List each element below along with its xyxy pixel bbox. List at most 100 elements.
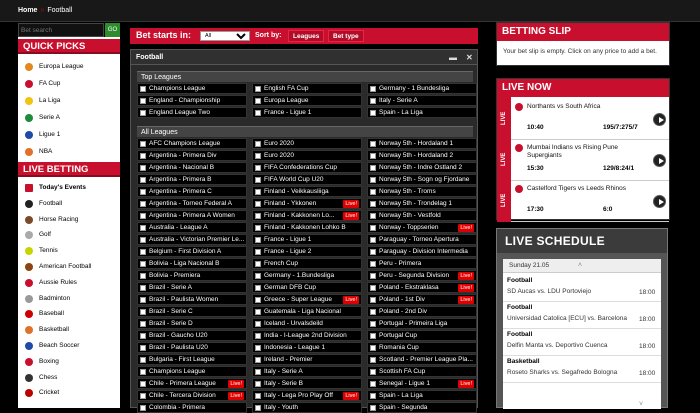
league-checkbox[interactable] [370, 225, 376, 231]
league-cell[interactable]: Senegal - Ligue 1 Live! [367, 378, 477, 389]
league-cell[interactable]: England League Two [137, 107, 247, 118]
schedule-match[interactable]: Roseto Sharks vs. Segafredo Bologna [507, 369, 627, 376]
league-checkbox[interactable] [255, 297, 261, 303]
live-sport-item[interactable]: Tennis [22, 244, 118, 258]
league-cell[interactable]: Champions League [137, 83, 247, 94]
league-cell[interactable]: Peru - Primera [367, 258, 477, 269]
league-checkbox[interactable] [255, 189, 261, 195]
live-match[interactable]: LIVE Northants vs South Africa 10:40 195/7:… [497, 97, 669, 140]
league-checkbox[interactable] [255, 369, 261, 375]
live-sport-item[interactable]: Today's Events [22, 181, 118, 195]
close-icon[interactable]: ✕ [466, 50, 473, 65]
league-cell[interactable]: Spain - La Liga [367, 107, 477, 118]
league-cell[interactable]: India - I-League 2nd Division [252, 330, 362, 341]
league-checkbox[interactable] [255, 321, 261, 327]
league-checkbox[interactable] [140, 201, 146, 207]
schedule-match[interactable]: SD Aucas vs. LDU Portoviejo [507, 288, 627, 295]
league-cell[interactable]: Portugal - Primeira Liga [367, 318, 477, 329]
league-checkbox[interactable] [370, 297, 376, 303]
live-sport-item[interactable]: Beach Soccer [22, 339, 118, 353]
league-cell[interactable]: Iceland - Urvalsdeild [252, 318, 362, 329]
league-cell[interactable]: Poland - 2nd Div [367, 306, 477, 317]
league-cell[interactable]: Bolivia - Liga Nacional B [137, 258, 247, 269]
breadcrumb-home[interactable]: Home [18, 7, 37, 14]
league-cell[interactable]: Scotland - Premier League Pla... [367, 354, 477, 365]
league-cell[interactable]: Finland - Veikkausliiga [252, 186, 362, 197]
quick-pick-item[interactable]: NBA [22, 145, 118, 159]
league-checkbox[interactable] [255, 357, 261, 363]
live-sport-item[interactable]: Boxing [22, 355, 118, 369]
live-sport-item[interactable]: Baseball [22, 307, 118, 321]
league-checkbox[interactable] [370, 165, 376, 171]
league-checkbox[interactable] [140, 357, 146, 363]
league-cell[interactable]: Italy - Serie B [252, 378, 362, 389]
league-cell[interactable]: Ireland - Premier [252, 354, 362, 365]
league-cell[interactable]: Brazil - Serie D [137, 318, 247, 329]
league-checkbox[interactable] [255, 249, 261, 255]
league-cell[interactable]: FIFA Confederations Cup [252, 162, 362, 173]
league-checkbox[interactable] [370, 110, 376, 116]
league-checkbox[interactable] [370, 405, 376, 411]
league-cell[interactable]: Argentina - Primera B [137, 174, 247, 185]
league-cell[interactable]: AFC Champions League [137, 138, 247, 149]
league-cell[interactable]: England - Championship [137, 95, 247, 106]
league-cell[interactable]: Argentina - Primera C [137, 186, 247, 197]
league-checkbox[interactable] [370, 177, 376, 183]
league-checkbox[interactable] [370, 189, 376, 195]
quick-pick-item[interactable]: Europa League [22, 60, 118, 74]
league-checkbox[interactable] [255, 285, 261, 291]
league-cell[interactable]: Australia - Victorian Premier Le... [137, 234, 247, 245]
quick-pick-item[interactable]: La Liga [22, 94, 118, 108]
league-checkbox[interactable] [140, 393, 146, 399]
play-icon[interactable] [653, 154, 666, 167]
league-cell[interactable]: Norway 5th - Vestfold [367, 210, 477, 221]
sort-bettype-button[interactable]: Bet type [328, 30, 364, 42]
league-cell[interactable]: Argentina - Torneo Federal A [137, 198, 247, 209]
league-cell[interactable]: English FA Cup [252, 83, 362, 94]
league-cell[interactable]: Italy - Lega Pro Play Off Live! [252, 390, 362, 401]
play-icon[interactable] [653, 195, 666, 208]
league-checkbox[interactable] [140, 273, 146, 279]
live-sport-item[interactable]: Basketball [22, 323, 118, 337]
league-checkbox[interactable] [370, 333, 376, 339]
live-sport-item[interactable]: Horse Racing [22, 213, 118, 227]
league-checkbox[interactable] [255, 98, 261, 104]
league-cell[interactable]: Indonesia - League 1 [252, 342, 362, 353]
league-checkbox[interactable] [140, 321, 146, 327]
league-checkbox[interactable] [140, 177, 146, 183]
league-cell[interactable]: France - Ligue 1 [252, 107, 362, 118]
league-cell[interactable]: Brazil - Serie C [137, 306, 247, 317]
league-cell[interactable]: Norway 5th - Sogn og Fjordane [367, 174, 477, 185]
league-cell[interactable]: Romania Cup [367, 342, 477, 353]
live-sport-item[interactable]: Cricket [22, 386, 118, 400]
league-checkbox[interactable] [370, 393, 376, 399]
league-cell[interactable]: Germany - 1 Bundesliga [367, 83, 477, 94]
league-checkbox[interactable] [370, 321, 376, 327]
league-cell[interactable]: Bulgaria - First League [137, 354, 247, 365]
league-cell[interactable]: Portugal Cup [367, 330, 477, 341]
league-cell[interactable]: Chile - Tercera Division Live! [137, 390, 247, 401]
league-checkbox[interactable] [370, 213, 376, 219]
league-checkbox[interactable] [255, 273, 261, 279]
league-checkbox[interactable] [255, 309, 261, 315]
league-checkbox[interactable] [370, 141, 376, 147]
league-cell[interactable]: Scottish FA Cup [367, 366, 477, 377]
league-cell[interactable]: Greece - Super League Live! [252, 294, 362, 305]
league-checkbox[interactable] [255, 405, 261, 411]
league-cell[interactable]: Poland - Ekstraklasa Live! [367, 282, 477, 293]
league-cell[interactable]: Finland - Kakkonen Lo... Live! [252, 210, 362, 221]
league-cell[interactable]: Guatemala - Liga Nacional [252, 306, 362, 317]
league-checkbox[interactable] [255, 381, 261, 387]
league-checkbox[interactable] [370, 381, 376, 387]
league-checkbox[interactable] [140, 309, 146, 315]
league-cell[interactable]: Chile - Primera League Live! [137, 378, 247, 389]
league-cell[interactable]: Poland - 1st Div Live! [367, 294, 477, 305]
league-checkbox[interactable] [140, 225, 146, 231]
league-cell[interactable]: Bolivia - Premiera [137, 270, 247, 281]
league-checkbox[interactable] [370, 249, 376, 255]
league-cell[interactable]: Norway 5th - Hordaland 1 [367, 138, 477, 149]
league-cell[interactable]: Euro 2020 [252, 138, 362, 149]
league-checkbox[interactable] [140, 249, 146, 255]
league-checkbox[interactable] [370, 261, 376, 267]
league-cell[interactable]: Norway 5th - Troms [367, 186, 477, 197]
